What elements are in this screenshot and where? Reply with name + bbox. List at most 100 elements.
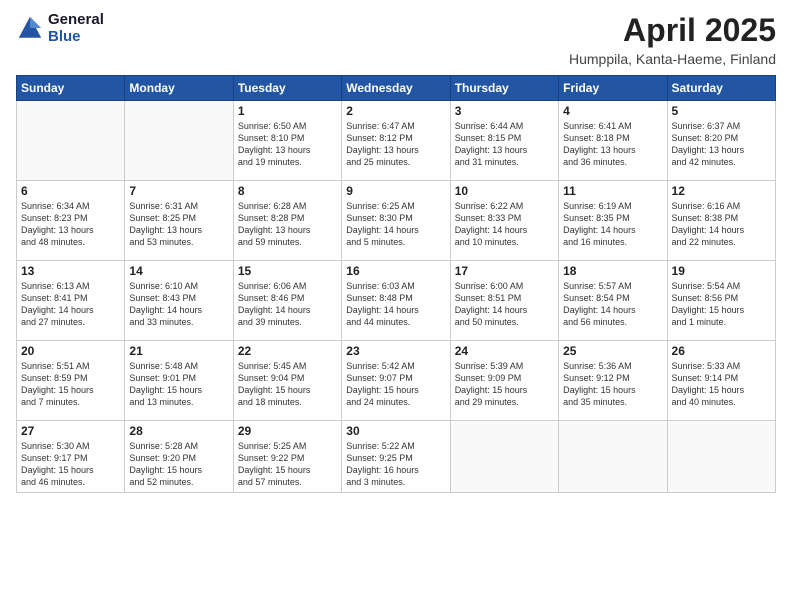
day-number: 16 [346, 264, 445, 278]
calendar-cell: 23 Sunrise: 5:42 AM Sunset: 9:07 PM Dayli… [342, 341, 450, 421]
calendar-cell: 7 Sunrise: 6:31 AM Sunset: 8:25 PM Daylig… [125, 181, 233, 261]
day-number: 1 [238, 104, 337, 118]
day-info: Sunrise: 5:54 AM Sunset: 8:56 PM Dayligh… [672, 280, 771, 329]
calendar-cell [667, 421, 775, 493]
day-info: Sunrise: 6:41 AM Sunset: 8:18 PM Dayligh… [563, 120, 662, 169]
day-number: 30 [346, 424, 445, 438]
calendar-cell: 6Sunrise: 6:34 AM Sunset: 8:23 PM Daylig… [17, 181, 125, 261]
calendar-cell: 20 Sunrise: 5:51 AM Sunset: 8:59 PM Dayli… [17, 341, 125, 421]
calendar-cell: 8 Sunrise: 6:28 AM Sunset: 8:28 PM Daylig… [233, 181, 341, 261]
day-info: Sunrise: 5:45 AM Sunset: 9:04 PM Dayligh… [238, 360, 337, 409]
week-row-1: 1 Sunrise: 6:50 AM Sunset: 8:10 PM Daylig… [17, 101, 776, 181]
day-info: Sunrise: 6:22 AM Sunset: 8:33 PM Dayligh… [455, 200, 554, 249]
day-info: Sunrise: 6:37 AM Sunset: 8:20 PM Dayligh… [672, 120, 771, 169]
day-info: Sunrise: 6:47 AM Sunset: 8:12 PM Dayligh… [346, 120, 445, 169]
day-info: Sunrise: 5:33 AM Sunset: 9:14 PM Dayligh… [672, 360, 771, 409]
calendar-cell: 25 Sunrise: 5:36 AM Sunset: 9:12 PM Dayli… [559, 341, 667, 421]
day-info: Sunrise: 6:50 AM Sunset: 8:10 PM Dayligh… [238, 120, 337, 169]
calendar-cell [17, 101, 125, 181]
day-info: Sunrise: 5:22 AM Sunset: 9:25 PM Dayligh… [346, 440, 445, 489]
day-info: Sunrise: 6:25 AM Sunset: 8:30 PM Dayligh… [346, 200, 445, 249]
day-info: Sunrise: 6:31 AM Sunset: 8:25 PM Dayligh… [129, 200, 228, 249]
weekday-header-monday: Monday [125, 76, 233, 101]
weekday-header-thursday: Thursday [450, 76, 558, 101]
day-number: 27 [21, 424, 120, 438]
weekday-header-sunday: Sunday [17, 76, 125, 101]
page: General Blue April 2025 Humppila, Kanta-… [0, 0, 792, 612]
day-number: 24 [455, 344, 554, 358]
calendar-cell: 1 Sunrise: 6:50 AM Sunset: 8:10 PM Daylig… [233, 101, 341, 181]
day-number: 6 [21, 184, 120, 198]
day-info: Sunrise: 6:03 AM Sunset: 8:48 PM Dayligh… [346, 280, 445, 329]
calendar-cell: 14 Sunrise: 6:10 AM Sunset: 8:43 PM Dayli… [125, 261, 233, 341]
week-row-3: 13Sunrise: 6:13 AM Sunset: 8:41 PM Dayli… [17, 261, 776, 341]
weekday-header-friday: Friday [559, 76, 667, 101]
logo: General Blue [16, 12, 104, 45]
calendar-cell: 13Sunrise: 6:13 AM Sunset: 8:41 PM Dayli… [17, 261, 125, 341]
logo-icon [16, 14, 44, 42]
weekday-header-saturday: Saturday [667, 76, 775, 101]
day-number: 12 [672, 184, 771, 198]
week-row-4: 20 Sunrise: 5:51 AM Sunset: 8:59 PM Dayli… [17, 341, 776, 421]
calendar-cell: 29 Sunrise: 5:25 AM Sunset: 9:22 PM Dayli… [233, 421, 341, 493]
day-info: Sunrise: 5:42 AM Sunset: 9:07 PM Dayligh… [346, 360, 445, 409]
weekday-header-tuesday: Tuesday [233, 76, 341, 101]
day-number: 4 [563, 104, 662, 118]
day-number: 8 [238, 184, 337, 198]
calendar-cell: 19 Sunrise: 5:54 AM Sunset: 8:56 PM Dayli… [667, 261, 775, 341]
day-number: 19 [672, 264, 771, 278]
day-number: 20 [21, 344, 120, 358]
calendar-cell: 15Sunrise: 6:06 AM Sunset: 8:46 PM Dayli… [233, 261, 341, 341]
calendar-cell [559, 421, 667, 493]
day-info: Sunrise: 6:10 AM Sunset: 8:43 PM Dayligh… [129, 280, 228, 329]
day-info: Sunrise: 6:44 AM Sunset: 8:15 PM Dayligh… [455, 120, 554, 169]
calendar-cell: 17Sunrise: 6:00 AM Sunset: 8:51 PM Dayli… [450, 261, 558, 341]
weekday-header-wednesday: Wednesday [342, 76, 450, 101]
day-info: Sunrise: 5:51 AM Sunset: 8:59 PM Dayligh… [21, 360, 120, 409]
day-number: 9 [346, 184, 445, 198]
day-number: 11 [563, 184, 662, 198]
calendar-cell: 22 Sunrise: 5:45 AM Sunset: 9:04 PM Dayli… [233, 341, 341, 421]
day-number: 2 [346, 104, 445, 118]
day-info: Sunrise: 5:25 AM Sunset: 9:22 PM Dayligh… [238, 440, 337, 489]
calendar: SundayMondayTuesdayWednesdayThursdayFrid… [16, 75, 776, 493]
calendar-cell: 10Sunrise: 6:22 AM Sunset: 8:33 PM Dayli… [450, 181, 558, 261]
day-number: 7 [129, 184, 228, 198]
day-info: Sunrise: 6:28 AM Sunset: 8:28 PM Dayligh… [238, 200, 337, 249]
calendar-cell: 4 Sunrise: 6:41 AM Sunset: 8:18 PM Daylig… [559, 101, 667, 181]
day-number: 25 [563, 344, 662, 358]
day-info: Sunrise: 5:36 AM Sunset: 9:12 PM Dayligh… [563, 360, 662, 409]
day-number: 29 [238, 424, 337, 438]
calendar-cell: 30 Sunrise: 5:22 AM Sunset: 9:25 PM Dayli… [342, 421, 450, 493]
calendar-cell: 21Sunrise: 5:48 AM Sunset: 9:01 PM Dayli… [125, 341, 233, 421]
day-info: Sunrise: 6:13 AM Sunset: 8:41 PM Dayligh… [21, 280, 120, 329]
day-info: Sunrise: 5:28 AM Sunset: 9:20 PM Dayligh… [129, 440, 228, 489]
day-info: Sunrise: 5:30 AM Sunset: 9:17 PM Dayligh… [21, 440, 120, 489]
calendar-cell: 18Sunrise: 5:57 AM Sunset: 8:54 PM Dayli… [559, 261, 667, 341]
calendar-cell: 28Sunrise: 5:28 AM Sunset: 9:20 PM Dayli… [125, 421, 233, 493]
calendar-cell: 26 Sunrise: 5:33 AM Sunset: 9:14 PM Dayli… [667, 341, 775, 421]
day-number: 17 [455, 264, 554, 278]
day-info: Sunrise: 5:39 AM Sunset: 9:09 PM Dayligh… [455, 360, 554, 409]
week-row-5: 27 Sunrise: 5:30 AM Sunset: 9:17 PM Dayli… [17, 421, 776, 493]
title-location: Humppila, Kanta-Haeme, Finland [569, 51, 776, 67]
day-number: 26 [672, 344, 771, 358]
logo-blue: Blue [48, 29, 104, 46]
calendar-cell [450, 421, 558, 493]
calendar-cell: 24 Sunrise: 5:39 AM Sunset: 9:09 PM Dayli… [450, 341, 558, 421]
calendar-cell: 3 Sunrise: 6:44 AM Sunset: 8:15 PM Daylig… [450, 101, 558, 181]
title-month: April 2025 [569, 12, 776, 49]
header: General Blue April 2025 Humppila, Kanta-… [16, 12, 776, 67]
day-number: 15 [238, 264, 337, 278]
day-info: Sunrise: 6:19 AM Sunset: 8:35 PM Dayligh… [563, 200, 662, 249]
day-number: 3 [455, 104, 554, 118]
day-info: Sunrise: 5:57 AM Sunset: 8:54 PM Dayligh… [563, 280, 662, 329]
day-info: Sunrise: 6:16 AM Sunset: 8:38 PM Dayligh… [672, 200, 771, 249]
calendar-cell: 16 Sunrise: 6:03 AM Sunset: 8:48 PM Dayli… [342, 261, 450, 341]
title-section: April 2025 Humppila, Kanta-Haeme, Finlan… [569, 12, 776, 67]
day-number: 23 [346, 344, 445, 358]
weekday-header-row: SundayMondayTuesdayWednesdayThursdayFrid… [17, 76, 776, 101]
day-number: 14 [129, 264, 228, 278]
day-number: 22 [238, 344, 337, 358]
calendar-cell: 2 Sunrise: 6:47 AM Sunset: 8:12 PM Daylig… [342, 101, 450, 181]
